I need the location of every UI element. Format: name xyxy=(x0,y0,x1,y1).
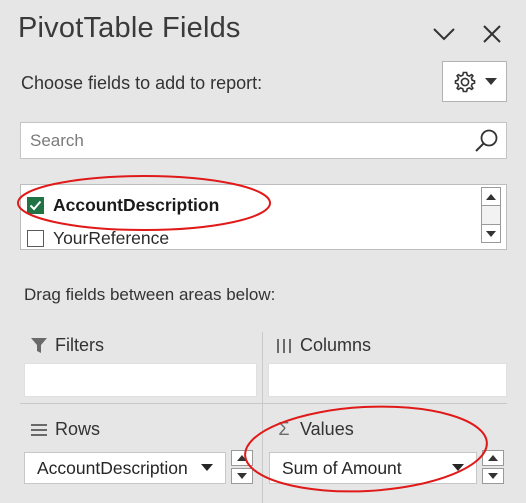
rows-field-chip[interactable]: AccountDescription xyxy=(24,452,226,484)
rows-scroll-spinner[interactable] xyxy=(231,450,253,484)
filters-label: Filters xyxy=(55,335,104,355)
rows-icon xyxy=(31,423,47,436)
pane-title: PivotTable Fields xyxy=(18,12,241,44)
drag-fields-label: Drag fields between areas below: xyxy=(24,285,276,304)
scroll-up-icon xyxy=(237,455,247,461)
field-item-yourreference[interactable]: YourReference xyxy=(27,226,170,249)
gear-icon xyxy=(454,71,475,92)
columns-drop-area[interactable] xyxy=(268,363,507,397)
sigma-icon: Σ xyxy=(278,419,290,439)
values-label: Values xyxy=(300,419,354,439)
values-scroll-up-button[interactable] xyxy=(482,450,504,466)
rows-area-header: Rows xyxy=(31,419,100,440)
scroll-down-icon xyxy=(488,473,498,479)
dropdown-caret-icon xyxy=(484,77,497,85)
area-divider-horizontal xyxy=(20,403,507,404)
search-input[interactable] xyxy=(21,123,461,158)
checkmark-icon xyxy=(29,200,42,210)
scroll-up-icon xyxy=(488,455,498,461)
columns-label: Columns xyxy=(300,335,372,355)
chevron-down-icon xyxy=(433,28,455,41)
values-field-label: Sum of Amount xyxy=(282,457,402,478)
values-field-chip[interactable]: Sum of Amount xyxy=(269,452,477,484)
rows-scroll-up-button[interactable] xyxy=(231,450,253,466)
rows-scroll-down-button[interactable] xyxy=(231,468,253,484)
filters-area-header: Filters xyxy=(31,335,104,356)
values-area-header: Σ Values xyxy=(276,419,354,440)
task-pane-options-button[interactable] xyxy=(428,18,460,50)
filter-icon xyxy=(31,337,47,353)
field-checkbox-accountdescription[interactable] xyxy=(27,196,44,214)
dropdown-caret-icon[interactable] xyxy=(452,464,464,472)
rows-field-label: AccountDescription xyxy=(37,457,188,478)
field-checkbox-yourreference[interactable] xyxy=(27,229,44,247)
scroll-down-icon xyxy=(486,230,496,237)
field-label: YourReference xyxy=(53,227,170,248)
filters-drop-area[interactable] xyxy=(24,363,257,397)
scroll-down-icon xyxy=(237,473,247,479)
field-item-accountdescription[interactable]: AccountDescription xyxy=(27,193,219,217)
scroll-up-button[interactable] xyxy=(481,187,501,206)
rows-label: Rows xyxy=(55,419,101,439)
scroll-down-button[interactable] xyxy=(481,224,501,243)
field-list: AccountDescription YourReference xyxy=(20,184,507,250)
close-icon xyxy=(483,25,501,43)
scroll-thumb[interactable] xyxy=(481,206,501,224)
choose-fields-label: Choose fields to add to report: xyxy=(21,73,263,93)
columns-area-header: Columns xyxy=(276,335,371,356)
dropdown-caret-icon[interactable] xyxy=(201,464,213,472)
search-icon[interactable] xyxy=(474,128,500,154)
field-list-scrollbar[interactable] xyxy=(481,187,503,247)
values-scroll-spinner[interactable] xyxy=(482,450,504,484)
close-pane-button[interactable] xyxy=(476,18,508,50)
values-scroll-down-button[interactable] xyxy=(482,468,504,484)
field-label: AccountDescription xyxy=(53,194,220,215)
scroll-up-icon xyxy=(486,193,496,200)
tools-gear-button[interactable] xyxy=(442,61,507,102)
area-divider-vertical xyxy=(262,332,263,503)
columns-icon xyxy=(277,338,291,353)
field-search-box xyxy=(20,122,507,159)
